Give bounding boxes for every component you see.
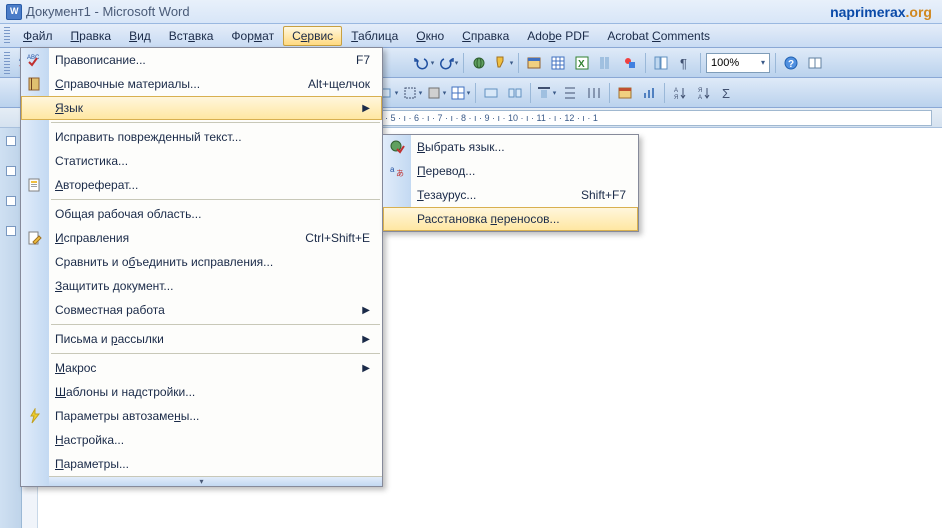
menu-format[interactable]: Формат [222, 26, 283, 46]
help-icon[interactable]: ? [780, 52, 802, 74]
autoref-icon [27, 177, 43, 193]
spellcheck-icon: ABC [27, 52, 43, 68]
word-app-icon [6, 4, 22, 20]
menu-online-collab[interactable]: Совместная работа ▶ [21, 298, 382, 322]
translate-icon: aあ [389, 163, 405, 179]
redo-icon[interactable]: ▾ [437, 52, 459, 74]
autoformat-icon[interactable] [614, 82, 636, 104]
menubar-grip[interactable] [4, 27, 10, 45]
excel-icon[interactable]: X [571, 52, 593, 74]
left-strip [0, 128, 22, 528]
svg-text:¶: ¶ [680, 56, 687, 71]
submenu-arrow-icon: ▶ [338, 363, 370, 374]
submenu-arrow-icon: ▶ [338, 334, 370, 345]
menu-word-count[interactable]: Статистика... [21, 149, 382, 173]
distribute-rows-icon[interactable] [559, 82, 581, 104]
menu-compare-merge[interactable]: Сравнить и объединить исправления... [21, 250, 382, 274]
menu-help[interactable]: Справка [453, 26, 518, 46]
marker-icon [6, 226, 16, 236]
marker-icon [6, 136, 16, 146]
svg-text:Σ: Σ [722, 86, 730, 101]
menu-view[interactable]: Вид [120, 26, 160, 46]
svg-text:X: X [578, 59, 585, 70]
window-title: Документ1 - Microsoft Word [26, 4, 190, 19]
columns-icon[interactable] [595, 52, 617, 74]
format-painter-icon[interactable]: ▾ [492, 52, 514, 74]
menu-protect-doc[interactable]: Защитить документ... [21, 274, 382, 298]
track-changes-icon [27, 230, 43, 246]
menu-adobe-pdf[interactable]: Adobe PDF [518, 26, 598, 46]
submenu-arrow-icon: ▶ [338, 305, 370, 316]
menu-fix-broken-text[interactable]: Исправить поврежденный текст... [21, 125, 382, 149]
menu-bar: Файл Правка Вид Вставка Формат Сервис Та… [0, 24, 942, 48]
svg-text:А: А [674, 88, 678, 94]
zoom-combo[interactable]: 100%▾ [706, 53, 770, 73]
svg-text:?: ? [788, 59, 794, 70]
menu-tools[interactable]: Сервис [283, 26, 342, 46]
menu-set-language[interactable]: Выбрать язык... [383, 135, 638, 159]
tables-borders-icon[interactable] [523, 52, 545, 74]
menu-templates[interactable]: Шаблоны и надстройки... [21, 380, 382, 404]
tools-menu: ABC Правописание... F7 Справочные матери… [20, 47, 383, 487]
menu-language[interactable]: Язык ▶ [21, 96, 382, 120]
svg-text:Я: Я [674, 95, 678, 101]
insert-table-icon[interactable] [547, 52, 569, 74]
marker-icon [6, 196, 16, 206]
title-bar: Документ1 - Microsoft Word [0, 0, 942, 24]
submenu-arrow-icon: ▶ [338, 103, 370, 114]
svg-text:ABC: ABC [27, 55, 40, 61]
undo-icon[interactable]: ▾ [413, 52, 435, 74]
insert-table-dd-icon[interactable]: ▾ [449, 82, 471, 104]
svg-text:a: a [390, 165, 395, 174]
hyperlink-icon[interactable] [468, 52, 490, 74]
chart-icon[interactable] [638, 82, 660, 104]
menu-auto-summary[interactable]: Автореферат... [21, 173, 382, 197]
svg-text:あ: あ [396, 169, 404, 178]
watermark: naprimerax.org [830, 4, 932, 20]
menu-track-changes[interactable]: Исправления Ctrl+Shift+E [21, 226, 382, 250]
sort-desc-icon[interactable]: ЯА [693, 82, 715, 104]
bolt-icon [27, 408, 43, 424]
horizontal-ruler[interactable]: · 5 · ı · 6 · ı · 7 · ı · 8 · ı · 9 · ı … [382, 110, 932, 126]
menu-research[interactable]: Справочные материалы... Alt+щелчок [21, 72, 382, 96]
border-dd-icon[interactable]: ▾ [401, 82, 423, 104]
globe-check-icon [389, 139, 405, 155]
toolbar-grip[interactable] [4, 52, 10, 74]
language-submenu: Выбрать язык... aあ Перевод... Тезаурус..… [382, 134, 639, 232]
menu-window[interactable]: Окно [407, 26, 453, 46]
marker-icon [6, 166, 16, 176]
menu-shared-workspace[interactable]: Общая рабочая область... [21, 202, 382, 226]
drawing-icon[interactable] [619, 52, 641, 74]
menu-insert[interactable]: Вставка [160, 26, 223, 46]
svg-text:А: А [698, 95, 702, 101]
doc-map-icon[interactable] [650, 52, 672, 74]
book-icon [27, 76, 43, 92]
align-top-icon[interactable]: ▾ [535, 82, 557, 104]
menu-expand-chevron[interactable] [21, 476, 382, 486]
menu-hyphenation[interactable]: Расстановка переносов... [383, 207, 638, 231]
menu-thesaurus[interactable]: Тезаурус... Shift+F7 [383, 183, 638, 207]
menu-translate[interactable]: aあ Перевод... [383, 159, 638, 183]
menu-edit[interactable]: Правка [62, 26, 121, 46]
merge-cells-icon[interactable] [480, 82, 502, 104]
split-cells-icon[interactable] [504, 82, 526, 104]
menu-table[interactable]: Таблица [342, 26, 407, 46]
paragraph-mark-icon[interactable]: ¶ [674, 52, 696, 74]
menu-macro[interactable]: Макрос ▶ [21, 356, 382, 380]
menu-acrobat-comments[interactable]: Acrobat Comments [598, 26, 719, 46]
autosum-icon[interactable]: Σ [717, 82, 739, 104]
menu-mailings[interactable]: Письма и рассылки ▶ [21, 327, 382, 351]
sort-asc-icon[interactable]: АЯ [669, 82, 691, 104]
menu-autocorrect[interactable]: Параметры автозамены... [21, 404, 382, 428]
read-mode-icon[interactable] [804, 52, 826, 74]
shading-dd-icon[interactable]: ▾ [425, 82, 447, 104]
distribute-cols-icon[interactable] [583, 82, 605, 104]
svg-text:Я: Я [698, 88, 702, 94]
menu-customize[interactable]: Настройка... [21, 428, 382, 452]
menu-spelling[interactable]: ABC Правописание... F7 [21, 48, 382, 72]
menu-file[interactable]: Файл [14, 26, 62, 46]
menu-options[interactable]: Параметры... [21, 452, 382, 476]
